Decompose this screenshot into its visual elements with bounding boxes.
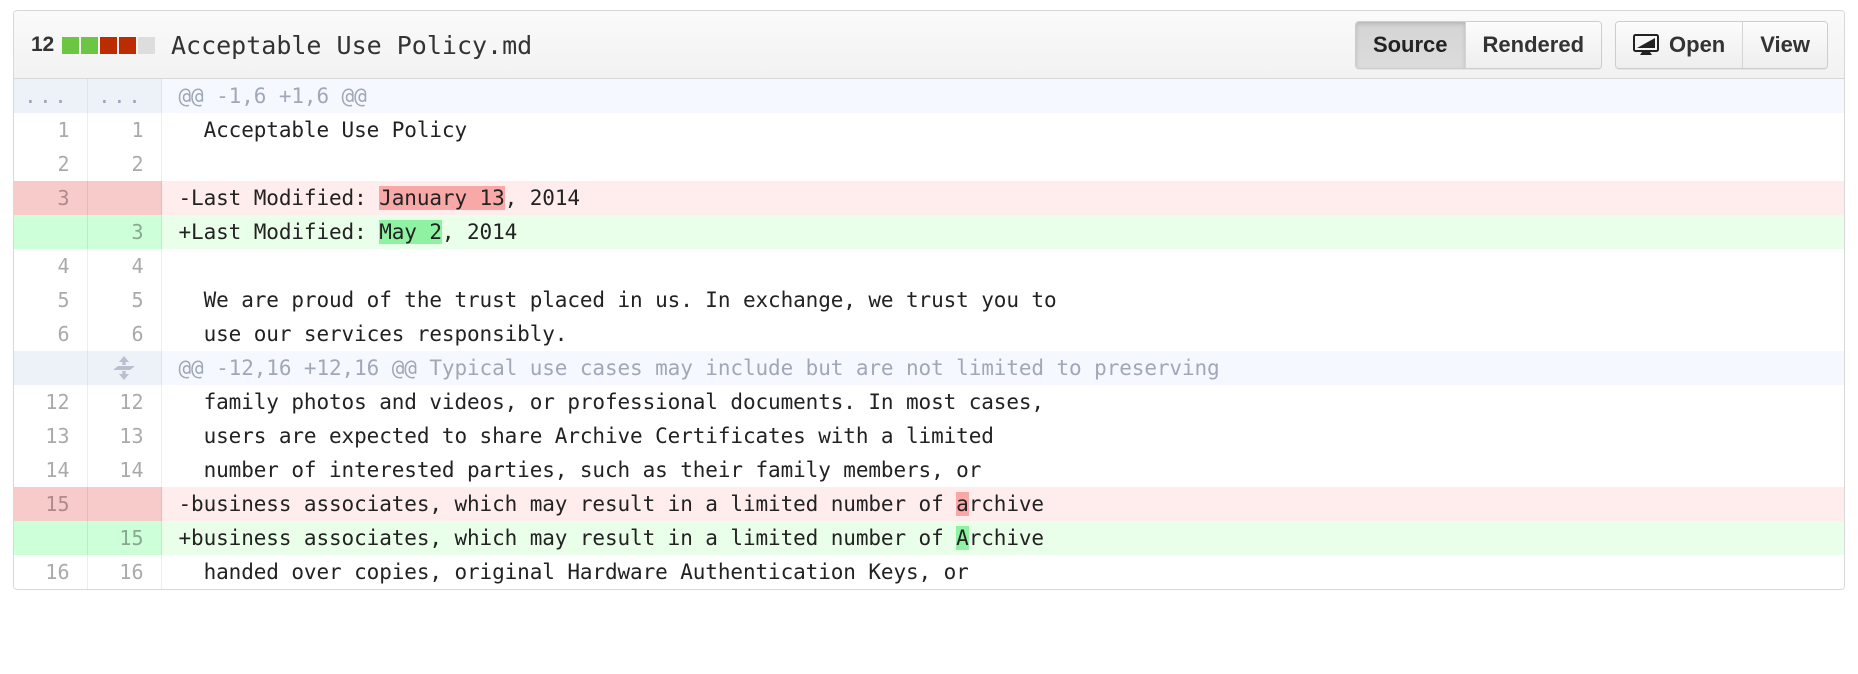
file-name: Acceptable Use Policy.md (170, 30, 533, 60)
old-line-number: 14 (14, 453, 88, 487)
word-diff-highlight: May 2 (379, 220, 442, 244)
diff-row-ctx: 14 14 number of interested parties, such … (14, 453, 1844, 487)
old-line-number: 5 (14, 283, 88, 317)
new-line-number (87, 487, 162, 521)
diff-row-add: 15 +business associates, which may result… (14, 521, 1844, 555)
rendered-button[interactable]: Rendered (1465, 22, 1602, 68)
view-button[interactable]: View (1743, 22, 1827, 68)
diff-row-hunk: ...... @@ -1,6 +1,6 @@ (14, 79, 1844, 113)
unfold-icon[interactable] (111, 355, 137, 381)
new-line-number: 16 (87, 555, 162, 589)
new-line-number (87, 181, 162, 215)
diffstat-block-del (118, 36, 136, 54)
diff-code-line: +business associates, which may result i… (161, 521, 1844, 555)
old-line-number (14, 351, 88, 385)
old-line-number: 16 (14, 555, 88, 589)
code-segment: -Last Modified: (178, 186, 380, 210)
diff-code-line: family photos and videos, or professiona… (161, 385, 1844, 419)
diffstat-block-add (80, 36, 98, 54)
diff-code-line: users are expected to share Archive Cert… (161, 419, 1844, 453)
old-line-number: 1 (14, 113, 88, 147)
old-line-number: 4 (14, 249, 88, 283)
diff-row-add: 3 +Last Modified: May 2, 2014 (14, 215, 1844, 249)
diff-code-line: -Last Modified: January 13, 2014 (161, 181, 1844, 215)
new-line-number: 13 (87, 419, 162, 453)
old-line-number (14, 521, 88, 555)
old-line-number: 12 (14, 385, 88, 419)
code-segment: , 2014 (504, 186, 580, 210)
diff-row-ctx: 13 13 users are expected to share Archive… (14, 419, 1844, 453)
diff-row-ctx: 12 12 family photos and videos, or profes… (14, 385, 1844, 419)
diff-row-ctx: 55 We are proud of the trust placed in u… (14, 283, 1844, 317)
new-line-number: 4 (87, 249, 162, 283)
new-line-number: 2 (87, 147, 162, 181)
new-line-number: 1 (87, 113, 162, 147)
diff-row-del: 15 -business associates, which may result… (14, 487, 1844, 521)
diff-code-line: use our services responsibly. (161, 317, 1844, 351)
expand-hunk-button[interactable] (87, 351, 162, 385)
diff-row-del: 3 -Last Modified: January 13, 2014 (14, 181, 1844, 215)
diff-row-ctx: 11 Acceptable Use Policy (14, 113, 1844, 147)
file-header-actions: Source Rendered Open View (1354, 11, 1828, 79)
new-line-number: 5 (87, 283, 162, 317)
code-segment: rchive (968, 492, 1044, 516)
code-segment: +business associates, which may result i… (178, 526, 957, 550)
new-line-number: 3 (87, 215, 162, 249)
diffstat-block-del (99, 36, 117, 54)
code-segment: +Last Modified: (178, 220, 380, 244)
file-action-button-group: Open View (1615, 21, 1828, 69)
source-button[interactable]: Source (1355, 22, 1466, 68)
diff-table: ...... @@ -1,6 +1,6 @@ 1 1 Acceptable Use P… (14, 79, 1844, 589)
old-line-number: 13 (14, 419, 88, 453)
diff-code-line: number of interested parties, such as th… (161, 453, 1844, 487)
word-diff-highlight: a (956, 492, 969, 516)
diffstat-count: 12 (31, 33, 54, 56)
diff-row-hunk: @@ -12,16 +12,16 @@ Typical use cases ma… (14, 351, 1844, 385)
file-header: 12 Acceptable Use Policy.md Source Rende… (14, 11, 1844, 79)
diff-code-line: We are proud of the trust placed in us. … (161, 283, 1844, 317)
code-segment: rchive (968, 526, 1044, 550)
old-line-number: 2 (14, 147, 88, 181)
diff-code-line: -business associates, which may result i… (161, 487, 1844, 521)
new-line-number: 14 (87, 453, 162, 487)
new-line-number: ... (87, 79, 162, 113)
monitor-icon (1633, 34, 1660, 56)
old-line-number: 3 (14, 181, 88, 215)
file-header-left: 12 Acceptable Use Policy.md (31, 11, 532, 79)
view-mode-button-group: Source Rendered (1354, 21, 1603, 69)
diff-code-line: @@ -12,16 +12,16 @@ Typical use cases ma… (161, 351, 1844, 385)
open-button[interactable]: Open (1616, 22, 1744, 68)
new-line-number: 12 (87, 385, 162, 419)
old-line-number (14, 215, 88, 249)
code-segment: -business associates, which may result i… (178, 492, 957, 516)
diff-row-ctx: 22 (14, 147, 1844, 181)
old-line-number: 6 (14, 317, 88, 351)
diff-row-ctx: 44 (14, 249, 1844, 283)
diff-code-line (161, 249, 1844, 283)
new-line-number: 15 (87, 521, 162, 555)
diff-code-line: Acceptable Use Policy (161, 113, 1844, 147)
word-diff-highlight: A (956, 526, 969, 550)
diffstat-block-none (137, 36, 155, 54)
diff-row-ctx: 66 use our services responsibly. (14, 317, 1844, 351)
old-line-number: ... (14, 79, 88, 113)
open-button-label: Open (1669, 32, 1726, 57)
diff-code-line: handed over copies, original Hardware Au… (161, 555, 1844, 589)
diff-code-line: @@ -1,6 +1,6 @@ (161, 79, 1844, 113)
diff-code-line (161, 147, 1844, 181)
word-diff-highlight: January 13 (379, 186, 505, 210)
diff-row-ctx: 16 16 handed over copies, original Hardwa… (14, 555, 1844, 589)
diff-code-line: +Last Modified: May 2, 2014 (161, 215, 1844, 249)
diffstat-blocks (61, 36, 155, 54)
diffstat-block-add (61, 36, 79, 54)
code-segment: , 2014 (441, 220, 518, 244)
old-line-number: 15 (14, 487, 88, 521)
file-diff-panel: 12 Acceptable Use Policy.md Source Rende… (13, 10, 1845, 590)
new-line-number: 6 (87, 317, 162, 351)
